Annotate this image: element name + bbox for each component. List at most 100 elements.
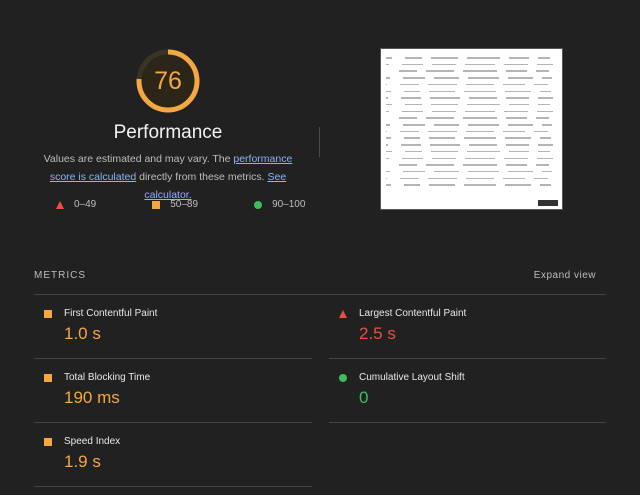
thumbnail-cell [505, 137, 531, 139]
thumbnail-cell [400, 177, 419, 180]
thumbnail-cell [386, 137, 391, 139]
thumbnail-cell [467, 150, 500, 153]
thumbnail-cell [506, 164, 527, 166]
thumbnail-cell [386, 144, 388, 146]
description-prefix: Values are estimated and may vary. The [43, 153, 234, 165]
thumbnail-cell [429, 137, 455, 139]
thumbnail-cell [536, 117, 549, 119]
thumbnail-cell [508, 124, 533, 126]
thumbnail-row [386, 177, 557, 180]
thumbnail-cell [429, 90, 455, 92]
thumbnail-cell [466, 130, 494, 133]
thumbnail-cell [468, 170, 499, 173]
thumbnail-row [386, 97, 557, 99]
thumbnail-row [386, 117, 557, 119]
thumbnail-cell [465, 110, 495, 113]
thumbnail-cell [405, 57, 422, 59]
metrics-divider [329, 358, 606, 359]
thumbnail-row [386, 90, 557, 92]
thumbnail-cell [540, 90, 551, 92]
thumbnail-cell [386, 124, 390, 126]
expand-view-toggle[interactable]: Expand view [534, 270, 596, 281]
metric-value: 2.5 s [359, 324, 396, 343]
thumbnail-cell [434, 124, 459, 126]
thumbnail-cell [509, 57, 529, 59]
thumbnail-cell [386, 177, 387, 180]
legend-pass-label: 90–100 [272, 199, 306, 210]
thumbnail-cell [465, 157, 495, 159]
performance-title: Performance [113, 122, 223, 143]
metrics-divider [34, 422, 312, 423]
thumbnail-cell [538, 103, 550, 106]
thumbnail-cell [386, 103, 392, 106]
thumbnail-cell [468, 97, 498, 99]
metric-value: 190 ms [64, 388, 120, 407]
load-more-button [538, 200, 558, 206]
thumbnail-cell [505, 90, 531, 92]
thumbnail-cell [504, 157, 528, 159]
thumbnail-row [386, 170, 557, 173]
thumbnail-row [386, 150, 557, 153]
thumbnail-cell [542, 77, 552, 79]
thumbnail-cell [540, 184, 551, 186]
thumbnail-cell [403, 170, 425, 173]
thumbnail-cell [400, 97, 421, 99]
thumbnail-cell [542, 170, 552, 173]
thumbnail-row [386, 57, 557, 59]
thumbnail-cell [400, 144, 421, 146]
thumbnail-cell [399, 164, 417, 166]
thumbnail-cell [403, 124, 425, 126]
metrics-divider [34, 358, 312, 359]
description-middle: directly from these metrics. [136, 171, 268, 183]
thumbnail-row [386, 70, 557, 72]
thumbnail-cell [538, 97, 553, 99]
thumbnail-cell [467, 57, 500, 59]
metric-label: Cumulative Layout Shift [359, 372, 465, 383]
thumbnail-cell [542, 124, 552, 126]
thumbnail-cell [403, 77, 425, 79]
thumbnail-cell [386, 130, 387, 133]
square-icon [44, 374, 52, 382]
thumbnail-cell [538, 144, 553, 146]
thumbnail-cell [400, 83, 419, 86]
thumbnail-cell [464, 90, 496, 92]
thumbnail-cell [405, 103, 422, 106]
thumbnail-cell [467, 103, 500, 106]
thumbnail-cell [404, 184, 420, 186]
thumbnail-cell [538, 150, 550, 153]
thumbnail-cell [402, 157, 423, 159]
thumbnail-cell [534, 130, 548, 133]
thumbnail-row [386, 63, 557, 66]
thumbnail-cell [386, 57, 392, 59]
final-screenshot-thumbnail[interactable] [380, 48, 563, 210]
thumbnail-row [386, 164, 557, 166]
thumbnail-cell [426, 164, 454, 166]
thumbnail-cell [536, 70, 549, 72]
thumbnail-cell [509, 150, 529, 153]
thumbnail-cell [466, 83, 494, 86]
thumbnail-row [386, 124, 557, 126]
thumbnail-cell [509, 103, 529, 106]
thumbnail-row [386, 184, 557, 186]
triangle-icon [56, 200, 64, 209]
thumbnail-cell [431, 57, 458, 59]
thumbnail-cell [432, 63, 456, 66]
thumbnail-cell [429, 184, 455, 186]
thumbnail-cell [534, 177, 548, 180]
thumbnail-cell [537, 63, 553, 66]
thumbnail-cell [503, 177, 525, 180]
thumbnail-cell [426, 70, 454, 72]
thumbnail-cell [506, 117, 527, 119]
thumbnail-cell [463, 70, 497, 72]
circle-icon [339, 374, 347, 382]
thumbnail-cell [426, 117, 454, 119]
thumbnail-row [386, 144, 557, 146]
thumbnail-cell [428, 130, 457, 133]
performance-gauge: 76 [135, 48, 201, 114]
thumbnail-cell [540, 137, 551, 139]
thumbnail-cell [431, 103, 458, 106]
score-legend: 0–49 50–89 90–100 [56, 199, 333, 210]
performance-score: 76 [154, 66, 182, 95]
thumbnail-cell [429, 97, 460, 99]
metrics-divider [329, 422, 606, 423]
